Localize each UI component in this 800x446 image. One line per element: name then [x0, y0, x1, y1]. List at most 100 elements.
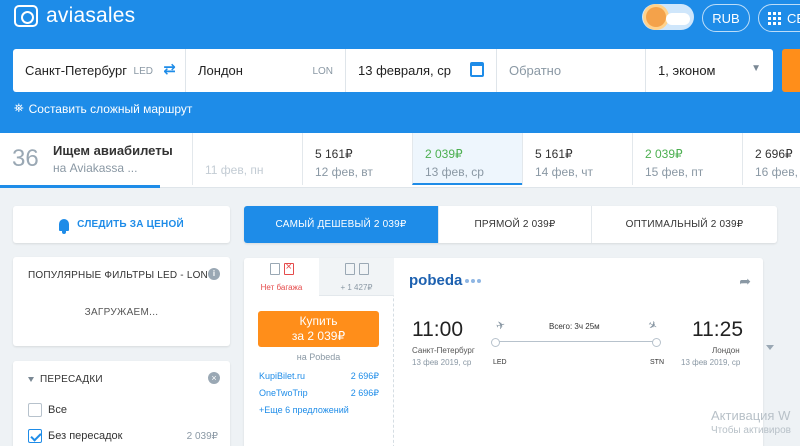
day-cell-selected[interactable]: 2 039₽ 13 фев, ср: [412, 133, 522, 185]
depart-city: Санкт-Петербург: [412, 346, 475, 355]
subscribe-price-button[interactable]: СЛЕДИТЬ ЗА ЦЕНОЙ: [13, 206, 230, 243]
complex-route-label: Составить сложный маршрут: [28, 101, 193, 116]
agency-price: 2 696₽: [350, 371, 379, 381]
flight-duration: Всего: 3ч 25м: [549, 322, 600, 331]
info-icon[interactable]: i: [208, 268, 220, 280]
services-button[interactable]: СЕ: [758, 4, 800, 32]
windows-activation-watermark: Активация W Чтобы активиров: [711, 408, 791, 438]
ticket-card: Нет багажа + 1 427₽ Купить за 2 039₽ на …: [244, 258, 763, 446]
no-baggage-icon: [283, 261, 294, 275]
day-date: 15 фев, пт: [645, 165, 704, 179]
landing-icon: ✈: [645, 318, 660, 334]
route-icon: ⛯: [14, 101, 24, 115]
checkbox[interactable]: [28, 403, 42, 417]
search-status-subtitle: на Aviakassa ...: [53, 161, 138, 175]
day-cell[interactable]: 11 фев, пн: [192, 133, 302, 185]
day-cell[interactable]: 5 161₽ 12 фев, вт: [302, 133, 412, 185]
agency-price: 2 696₽: [350, 388, 379, 398]
tab-optimal[interactable]: ОПТИМАЛЬНЫЙ 2 039₽: [591, 206, 777, 243]
takeoff-icon: ✈: [494, 318, 507, 333]
passengers-field[interactable]: 1, эконом ▼: [646, 49, 773, 92]
results-count: 36: [12, 145, 39, 172]
stops-option-label: Все: [48, 404, 67, 416]
sun-icon: [646, 7, 666, 27]
theme-toggle[interactable]: [642, 4, 694, 30]
checkbox-checked[interactable]: [28, 429, 42, 443]
watermark-line2: Чтобы активиров: [711, 425, 791, 436]
arrive-time: 11:25: [692, 318, 743, 341]
complex-route-link[interactable]: ⛯ Составить сложный маршрут: [14, 101, 192, 116]
baggage-tab-with-bag[interactable]: + 1 427₽: [319, 258, 394, 296]
buy-button[interactable]: Купить за 2 039₽: [258, 311, 379, 347]
airline-name: pobeda: [409, 272, 463, 289]
origin-field[interactable]: Санкт-Петербург LED ⇄: [13, 49, 186, 92]
stops-filter-panel: ПЕРЕСАДКИ × Все Без пересадок 2 039₽: [13, 361, 230, 446]
more-offers-link[interactable]: +Еще 6 предложений: [259, 405, 349, 415]
search-button[interactable]: [782, 49, 800, 92]
day-date: 14 фев, чт: [535, 165, 594, 179]
popular-filters-title: ПОПУЛЯРНЫЕ ФИЛЬТРЫ LED - LON: [28, 270, 208, 281]
chevron-down-icon: ▼: [751, 63, 761, 74]
expand-ticket-icon[interactable]: [766, 345, 774, 350]
day-cell[interactable]: 2 696₽ 16 фев, сб: [742, 133, 800, 185]
route-line: [491, 338, 661, 347]
airline-logo: pobeda: [409, 272, 482, 289]
destination-field[interactable]: Лондон LON: [186, 49, 346, 92]
stops-filter-title: ПЕРЕСАДКИ: [40, 374, 103, 385]
cloud-icon: [666, 13, 690, 25]
day-price: 2 039₽: [645, 147, 683, 161]
depart-date-value: 13 февраля, ср: [358, 63, 451, 78]
destination-city: Лондон: [198, 63, 243, 78]
agency-name: OneTwoTrip: [259, 388, 308, 398]
day-price: 5 161₽: [535, 147, 573, 161]
airline-logo-dots: [465, 278, 482, 283]
popular-filters-panel: ПОПУЛЯРНЫЕ ФИЛЬТРЫ LED - LON i ЗАГРУЖАЕМ…: [13, 257, 230, 346]
agency-offer[interactable]: KupiBilet.ru 2 696₽: [259, 371, 379, 382]
tab-cheapest[interactable]: САМЫЙ ДЕШЕВЫЙ 2 039₽: [244, 206, 438, 243]
ticket-buy-section: Нет багажа + 1 427₽ Купить за 2 039₽ на …: [244, 258, 394, 446]
search-form: Санкт-Петербург LED ⇄ Лондон LON 13 февр…: [13, 49, 773, 92]
swap-icon[interactable]: ⇄: [163, 62, 176, 77]
day-date: 13 фев, ср: [425, 165, 484, 179]
share-icon[interactable]: ➦: [739, 273, 751, 290]
stops-option-nonstop[interactable]: Без пересадок 2 039₽: [28, 429, 218, 443]
buy-agency: на Pobeda: [296, 352, 341, 362]
bell-icon: [59, 218, 70, 234]
logo-icon: [14, 5, 38, 27]
currency-button[interactable]: RUB: [702, 4, 750, 32]
passengers-value: 1, эконом: [658, 63, 716, 78]
price-calendar-strip: 36 Ищем авиабилеты на Aviakassa ... 11 ф…: [0, 133, 800, 188]
return-date-placeholder: Обратно: [509, 63, 562, 78]
return-date-field[interactable]: Обратно: [497, 49, 646, 92]
stops-option-all[interactable]: Все: [28, 403, 67, 417]
logo[interactable]: aviasales: [14, 4, 135, 28]
collapse-arrow-icon: [28, 377, 34, 382]
day-price: 2 696₽: [755, 147, 793, 161]
baggage-tab-label: + 1 427₽: [340, 283, 373, 292]
day-cell[interactable]: 5 161₽ 14 фев, чт: [522, 133, 632, 185]
arrive-iata: STN: [650, 359, 664, 366]
depart-date: 13 фев 2019, ср: [412, 358, 472, 367]
arrive-date: 13 фев 2019, ср: [681, 358, 741, 367]
subscribe-label: СЛЕДИТЬ ЗА ЦЕНОЙ: [77, 219, 184, 230]
sort-tabs: САМЫЙ ДЕШЕВЫЙ 2 039₽ ПРЯМОЙ 2 039₽ ОПТИМ…: [244, 206, 777, 243]
day-cell[interactable]: 2 039₽ 15 фев, пт: [632, 133, 742, 185]
calendar-icon: [470, 62, 484, 77]
search-status-title: Ищем авиабилеты: [53, 143, 173, 158]
services-label: СЕ: [787, 10, 800, 26]
stops-filter-header[interactable]: ПЕРЕСАДКИ: [28, 374, 103, 385]
day-date: 11 фев, пн: [205, 163, 264, 177]
depart-date-field[interactable]: 13 февраля, ср: [346, 49, 497, 92]
grid-icon: [768, 11, 781, 25]
agency-offer[interactable]: OneTwoTrip 2 696₽: [259, 388, 379, 399]
baggage-tab-no-bag[interactable]: Нет багажа: [244, 258, 319, 296]
agency-name: KupiBilet.ru: [259, 371, 306, 381]
baggage-tab-label: Нет багажа: [260, 283, 303, 292]
tab-direct[interactable]: ПРЯМОЙ 2 039₽: [438, 206, 591, 243]
day-date: 16 фев, сб: [755, 165, 800, 179]
depart-time: 11:00: [412, 318, 463, 341]
baggage-icon: [358, 263, 369, 275]
reset-filter-icon[interactable]: ×: [208, 372, 220, 384]
day-date: 12 фев, вт: [315, 165, 373, 179]
hand-luggage-icon: [344, 263, 355, 275]
